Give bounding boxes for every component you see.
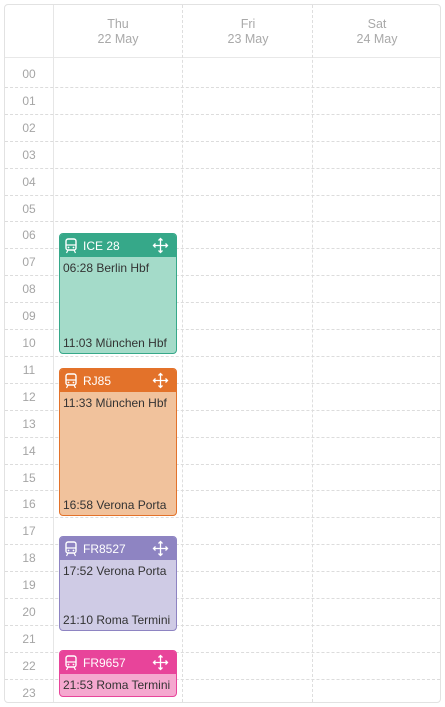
train-number: ICE 28 xyxy=(83,238,120,253)
arrival-text: 11:03 München Hbf xyxy=(63,336,167,350)
hour-label: 20 xyxy=(22,605,36,619)
hour-gridline xyxy=(5,167,440,169)
hour-label: 02 xyxy=(22,120,36,135)
hour-label: 22 xyxy=(22,658,36,673)
train-icon xyxy=(65,654,77,670)
hour-label: 01 xyxy=(22,93,36,108)
move-icon[interactable] xyxy=(152,372,169,389)
hour-label: 21 xyxy=(22,631,36,646)
hour-gridline xyxy=(5,140,440,142)
move-icon[interactable] xyxy=(152,540,169,557)
hour-gridline xyxy=(5,517,440,519)
train-number: FR8527 xyxy=(83,541,126,556)
hour-gridline xyxy=(5,86,440,88)
hour-label: 09 xyxy=(22,309,36,324)
hour-label: 11 xyxy=(22,362,36,377)
header-divider xyxy=(5,57,440,58)
hour-label: 00 xyxy=(22,67,36,81)
day-header-thu[interactable]: Thu 22 May xyxy=(54,5,182,57)
hour-label: 05 xyxy=(22,201,36,216)
train-icon xyxy=(65,237,77,253)
hour-label: 04 xyxy=(22,174,36,189)
hour-label: 03 xyxy=(22,147,36,162)
hour-label: 15 xyxy=(22,470,36,485)
train-icon xyxy=(65,540,77,556)
arrival-text: 16:58 Verona Porta xyxy=(63,498,167,512)
hour-label: 10 xyxy=(22,336,36,350)
day-date: 24 May xyxy=(356,32,398,46)
day-name: Thu xyxy=(107,17,129,31)
day-date: 22 May xyxy=(97,32,139,46)
day-header-fri[interactable]: Fri 23 May xyxy=(183,5,313,57)
train-event[interactable]: FR8527 17:52 Verona Porta 21:10 Roma Ter… xyxy=(59,536,177,631)
train-number: FR9657 xyxy=(83,655,126,670)
arrival-text: 21:10 Roma Termini xyxy=(63,613,171,627)
move-icon[interactable] xyxy=(152,237,169,254)
event-header: RJ85 xyxy=(60,369,176,392)
hour-label: 16 xyxy=(22,497,36,512)
hour-label: 17 xyxy=(22,524,36,539)
hour-gridline xyxy=(5,221,440,223)
day-name: Fri xyxy=(240,17,256,31)
train-icon xyxy=(65,372,77,388)
hour-label: 08 xyxy=(22,282,36,297)
hour-gridline xyxy=(5,113,440,115)
hour-label: 23 xyxy=(22,685,36,700)
train-number: RJ85 xyxy=(83,373,112,388)
departure-text: 21:53 Roma Termini xyxy=(63,678,171,692)
hour-label: 14 xyxy=(22,443,36,458)
hour-label: 13 xyxy=(22,416,36,431)
hour-gridline xyxy=(5,194,440,196)
hour-gridline xyxy=(5,355,440,357)
departure-text: 11:33 München Hbf xyxy=(63,396,167,410)
day-name: Sat xyxy=(367,17,387,31)
train-event[interactable]: ICE 28 06:28 Berlin Hbf 11:03 München Hb… xyxy=(59,233,177,354)
day-header-sat[interactable]: Sat 24 May xyxy=(313,5,441,57)
hour-label: 06 xyxy=(22,228,36,243)
event-header: FR8527 xyxy=(60,537,176,560)
train-event[interactable]: FR9657 21:53 Roma Termini xyxy=(59,650,177,697)
move-icon[interactable] xyxy=(152,654,169,671)
departure-text: 06:28 Berlin Hbf xyxy=(63,261,150,275)
event-header: FR9657 xyxy=(60,651,176,674)
day-date: 23 May xyxy=(227,32,269,46)
hour-label: 07 xyxy=(22,255,36,270)
hour-label: 18 xyxy=(22,551,36,566)
week-calendar: Thu 22 May Fri 23 May Sat 24 May 00 01 02 0… xyxy=(4,4,441,703)
departure-text: 17:52 Verona Porta xyxy=(63,564,167,578)
hour-label: 19 xyxy=(22,578,36,593)
event-header: ICE 28 xyxy=(60,234,176,257)
train-event[interactable]: RJ85 11:33 München Hbf 16:58 Verona Port… xyxy=(59,368,177,516)
hour-label: 12 xyxy=(22,389,36,404)
